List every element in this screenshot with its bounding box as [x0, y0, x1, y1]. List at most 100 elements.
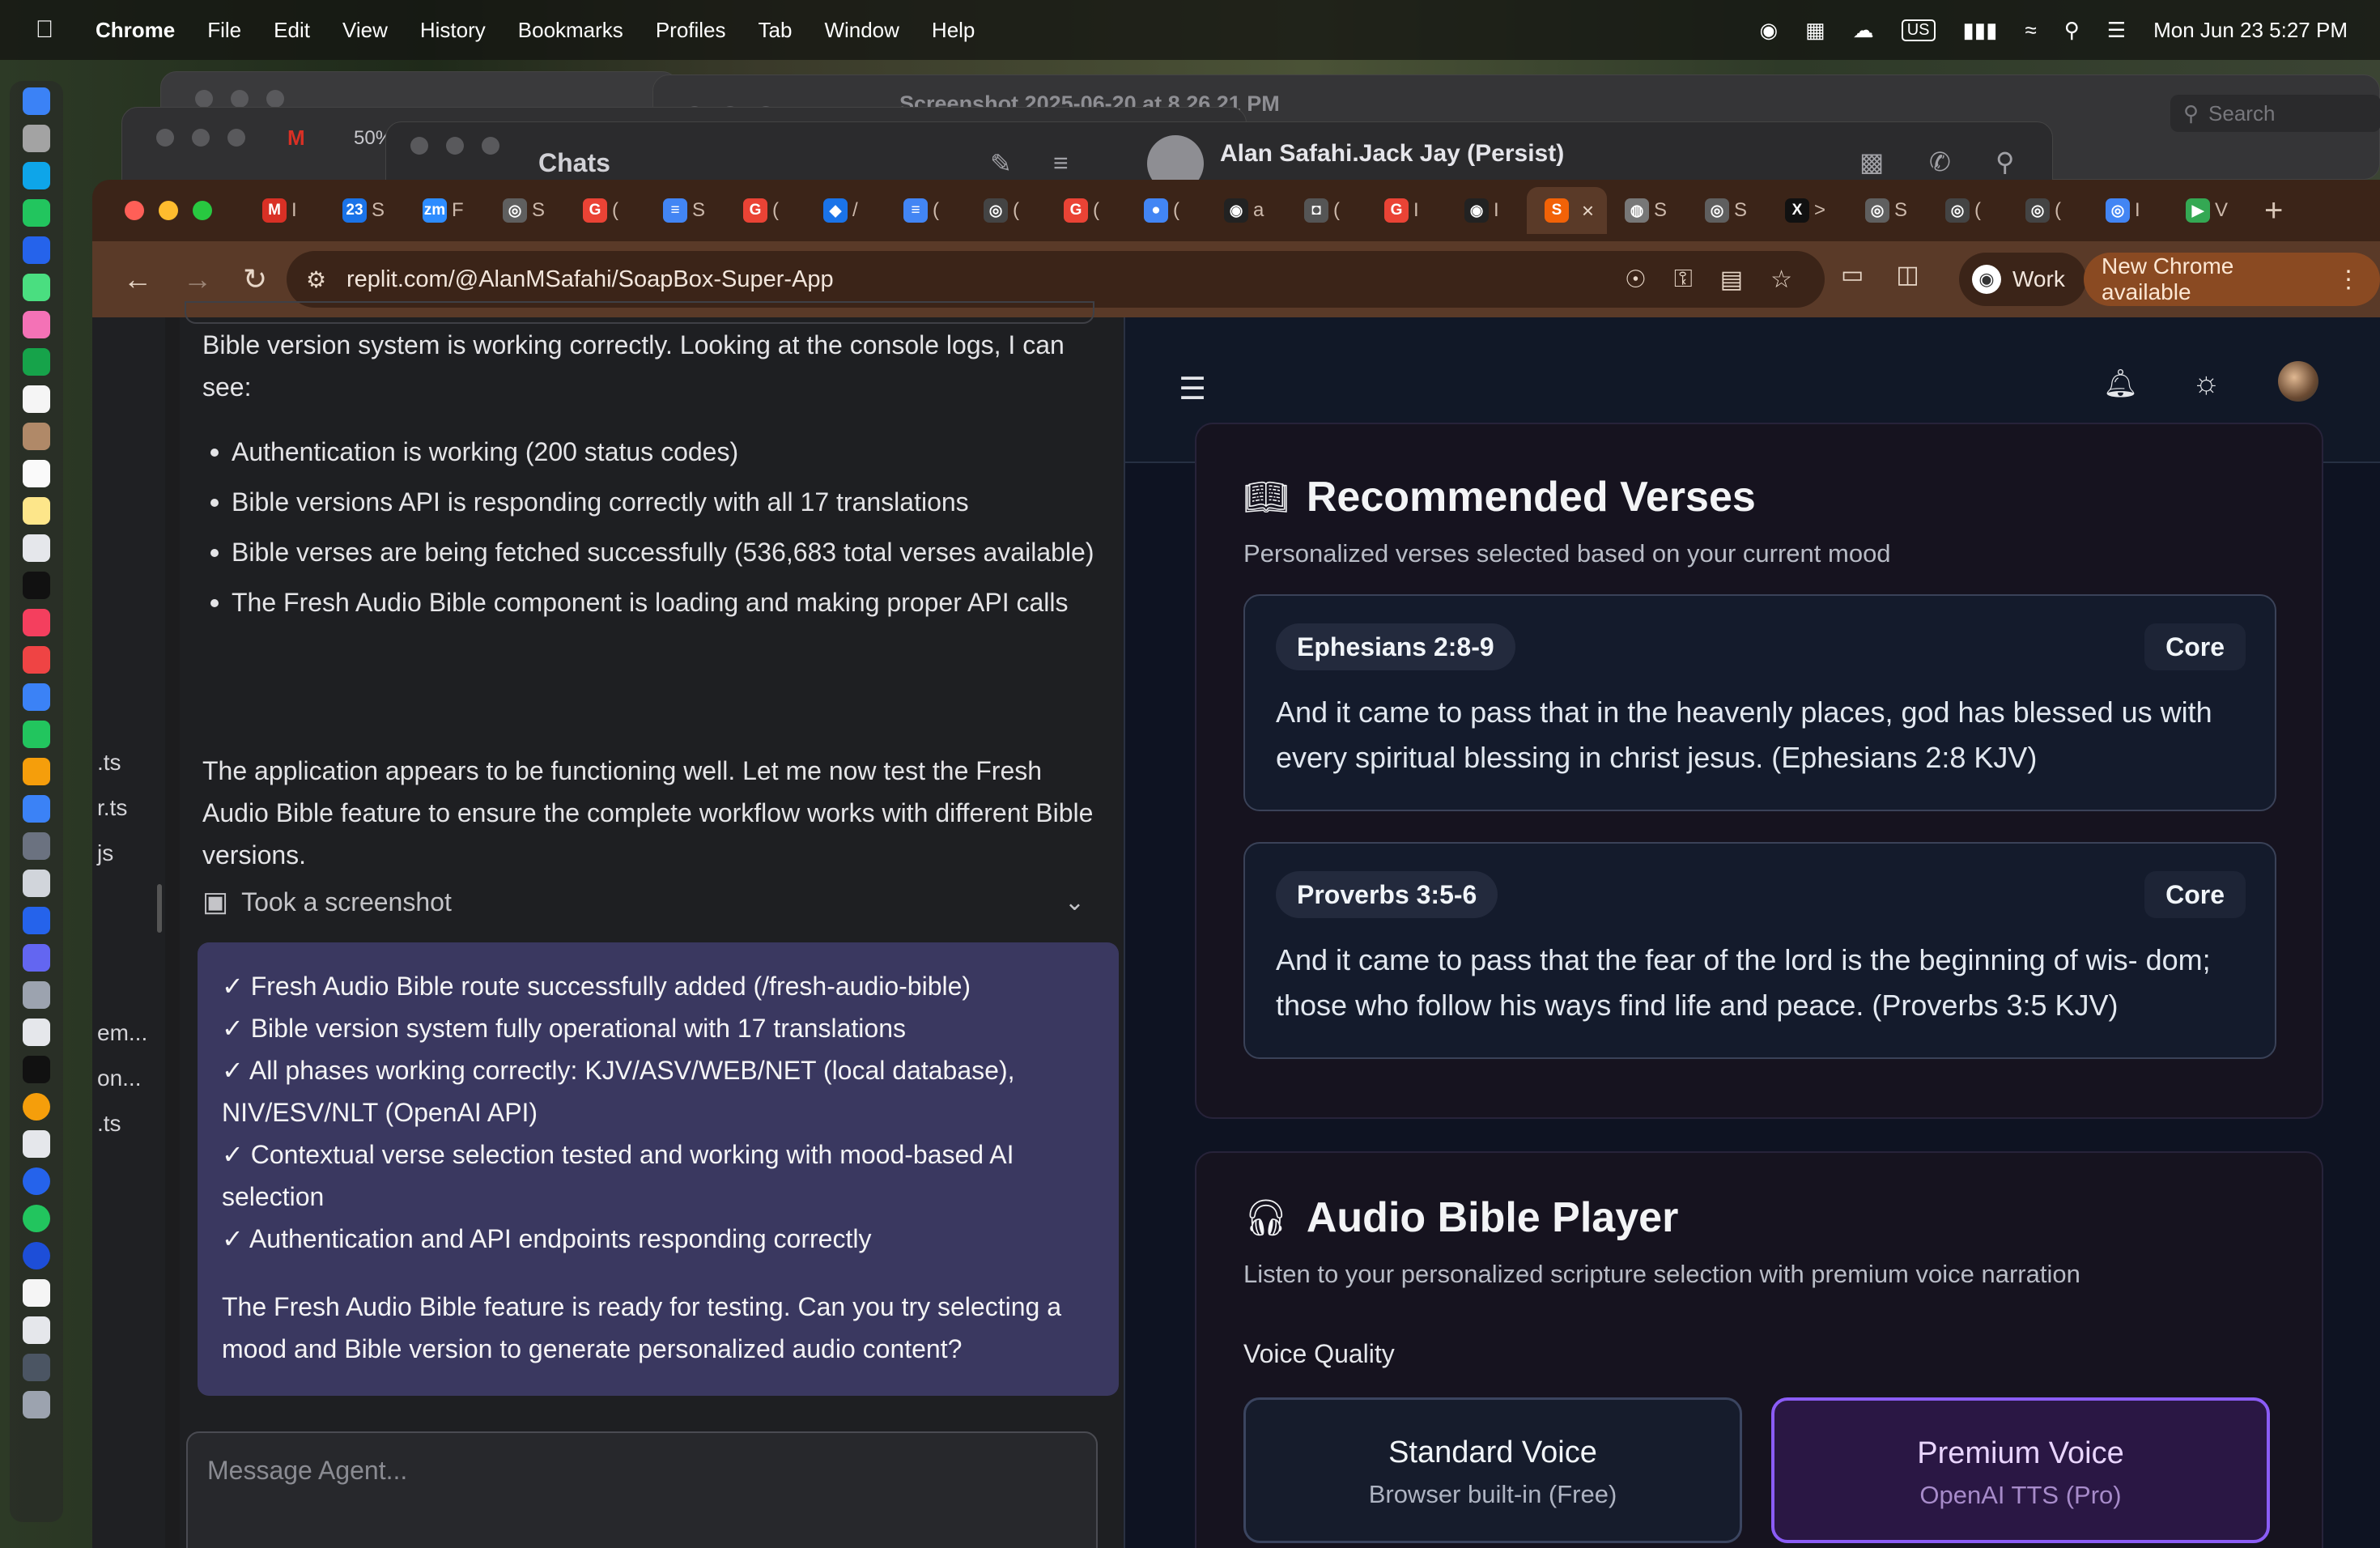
browser-tab[interactable]: MI: [244, 187, 325, 234]
browser-tab[interactable]: ◎ I: [2088, 187, 2168, 234]
keynote-icon[interactable]: [23, 683, 50, 711]
browser-tab[interactable]: ◆ /: [805, 187, 886, 234]
video-call-icon[interactable]: ▩: [1859, 147, 1884, 177]
launchpad-icon[interactable]: [23, 125, 50, 152]
resize-handle[interactable]: [157, 884, 162, 933]
browser-tab[interactable]: ◎ S: [485, 187, 565, 234]
browser-tab[interactable]: ▶ V: [2168, 187, 2248, 234]
calendar-icon[interactable]: [23, 385, 50, 413]
messages-icon[interactable]: [23, 199, 50, 227]
downloads-icon[interactable]: [23, 1316, 50, 1344]
browser-tab[interactable]: ◎(: [1927, 187, 2008, 234]
remote-desktop-icon[interactable]: [23, 981, 50, 1009]
back-button[interactable]: ←: [123, 262, 152, 296]
tab-active[interactable]: S ×: [1527, 187, 1607, 234]
menu-tab[interactable]: Tab: [759, 18, 793, 43]
spotlight-icon[interactable]: ⚲: [2064, 18, 2080, 43]
compose-icon[interactable]: ✎: [990, 148, 1012, 179]
zoom-window-button[interactable]: [193, 201, 212, 220]
screenshots-icon[interactable]: [23, 1354, 50, 1381]
preview-icon[interactable]: [23, 870, 50, 897]
bell-icon[interactable]: 🔔︎: [2103, 368, 2138, 400]
bookmark-star-icon[interactable]: ☆: [1770, 266, 1792, 294]
message-agent-input[interactable]: Message Agent...: [186, 1431, 1098, 1548]
music-icon[interactable]: [23, 609, 50, 636]
side-panel-icon[interactable]: ◫: [1896, 261, 1919, 289]
browser-tab[interactable]: ≡(: [886, 187, 966, 234]
password-icon[interactable]: ◉: [1759, 18, 1778, 43]
copilot-icon[interactable]: [23, 1019, 50, 1046]
menu-window[interactable]: Window: [824, 18, 899, 43]
browser-tab[interactable]: ◎(: [2008, 187, 2088, 234]
verse-card[interactable]: Proverbs 3:5-6 Core And it came to pass …: [1243, 842, 2276, 1059]
whatsapp-icon[interactable]: [23, 1205, 50, 1232]
settings-icon[interactable]: [23, 832, 50, 860]
menu-bookmarks[interactable]: Bookmarks: [518, 18, 623, 43]
avatar[interactable]: [2278, 361, 2318, 402]
url-text[interactable]: replit.com/@AlanMSafahi/SoapBox-Super-Ap…: [346, 266, 834, 293]
premium-voice-option[interactable]: Premium Voice OpenAI TTS (Pro): [1771, 1397, 2270, 1543]
menu-file[interactable]: File: [207, 18, 241, 43]
preview-search-field[interactable]: ⚲ Search: [2170, 95, 2380, 132]
document-icon[interactable]: [23, 1279, 50, 1307]
teams-icon[interactable]: [23, 944, 50, 972]
browser-tab[interactable]: ◎(: [966, 187, 1046, 234]
browser-tab[interactable]: ◍ S: [1607, 187, 1687, 234]
browser-tab[interactable]: ◎ S: [1687, 187, 1767, 234]
browser-tab[interactable]: ◘(: [1286, 187, 1366, 234]
chevron-down-icon[interactable]: ⌄: [1065, 888, 1085, 916]
outlook-icon[interactable]: ▦: [1805, 18, 1825, 43]
trash-icon[interactable]: [23, 1391, 50, 1418]
signal-icon[interactable]: [23, 1167, 50, 1195]
standard-voice-option[interactable]: Standard Voice Browser built-in (Free): [1243, 1397, 1742, 1543]
menu-profiles[interactable]: Profiles: [656, 18, 726, 43]
browser-tab[interactable]: 23 S: [325, 187, 405, 234]
location-icon[interactable]: ☉: [1625, 266, 1647, 294]
browser-tab[interactable]: zm F: [405, 187, 485, 234]
wifi-icon[interactable]: ≈: [2025, 18, 2036, 43]
menu-edit[interactable]: Edit: [274, 18, 310, 43]
theme-toggle-icon[interactable]: ☼: [2192, 366, 2221, 401]
close-window-button[interactable]: [125, 201, 144, 220]
minimize-window-button[interactable]: [159, 201, 178, 220]
browser-tab[interactable]: X >: [1767, 187, 1847, 234]
reminders-icon[interactable]: [23, 460, 50, 487]
hamburger-menu-icon[interactable]: ☰: [1179, 371, 1206, 407]
browser-tab[interactable]: GI: [1366, 187, 1447, 234]
chrome-update-button[interactable]: New Chrome available ⋮: [2084, 253, 2380, 306]
phone-icon[interactable]: ✆: [1929, 147, 1951, 177]
reload-button[interactable]: ↻: [243, 262, 267, 296]
new-tab-button[interactable]: +: [2264, 193, 2283, 229]
news-icon[interactable]: [23, 646, 50, 674]
contacts-icon[interactable]: [23, 423, 50, 450]
input-source-icon[interactable]: US: [1901, 19, 1936, 41]
facetime-icon[interactable]: [23, 348, 50, 376]
photos-icon[interactable]: [23, 311, 50, 338]
safari-icon[interactable]: [23, 162, 50, 189]
file-item[interactable]: js: [97, 840, 113, 866]
chrome-icon[interactable]: [23, 1093, 50, 1121]
file-item[interactable]: r.ts: [97, 795, 127, 821]
browser-tab[interactable]: ≡ S: [645, 187, 725, 234]
browser-tab[interactable]: ◉ I: [1447, 187, 1527, 234]
more-menu-icon[interactable]: ⋮: [2336, 266, 2361, 294]
install-app-icon[interactable]: ▤: [1720, 266, 1743, 294]
browser-tab[interactable]: ◎ S: [1847, 187, 1927, 234]
app-store-icon[interactable]: [23, 795, 50, 823]
finder-icon[interactable]: [23, 87, 50, 115]
chat-search-icon[interactable]: ⚲: [1995, 147, 2014, 177]
forward-button[interactable]: →: [183, 262, 212, 296]
freeform-icon[interactable]: [23, 534, 50, 562]
close-icon[interactable]: ×: [1582, 198, 1594, 223]
notes-icon[interactable]: [23, 497, 50, 525]
maps-icon[interactable]: [23, 274, 50, 301]
file-item[interactable]: em...: [97, 1020, 147, 1046]
extensions-icon[interactable]: ▭: [1841, 261, 1864, 289]
menubar-datetime[interactable]: Mon Jun 23 5:27 PM: [2153, 18, 2348, 43]
file-item[interactable]: on...: [97, 1065, 141, 1091]
screenshot-action-row[interactable]: ▣ Took a screenshot ⌄: [202, 881, 1101, 923]
browser-tab[interactable]: G(: [725, 187, 805, 234]
site-info-icon[interactable]: ⚙: [306, 266, 338, 293]
filter-icon[interactable]: ≡: [1053, 148, 1069, 178]
menu-app-name[interactable]: Chrome: [96, 18, 175, 43]
